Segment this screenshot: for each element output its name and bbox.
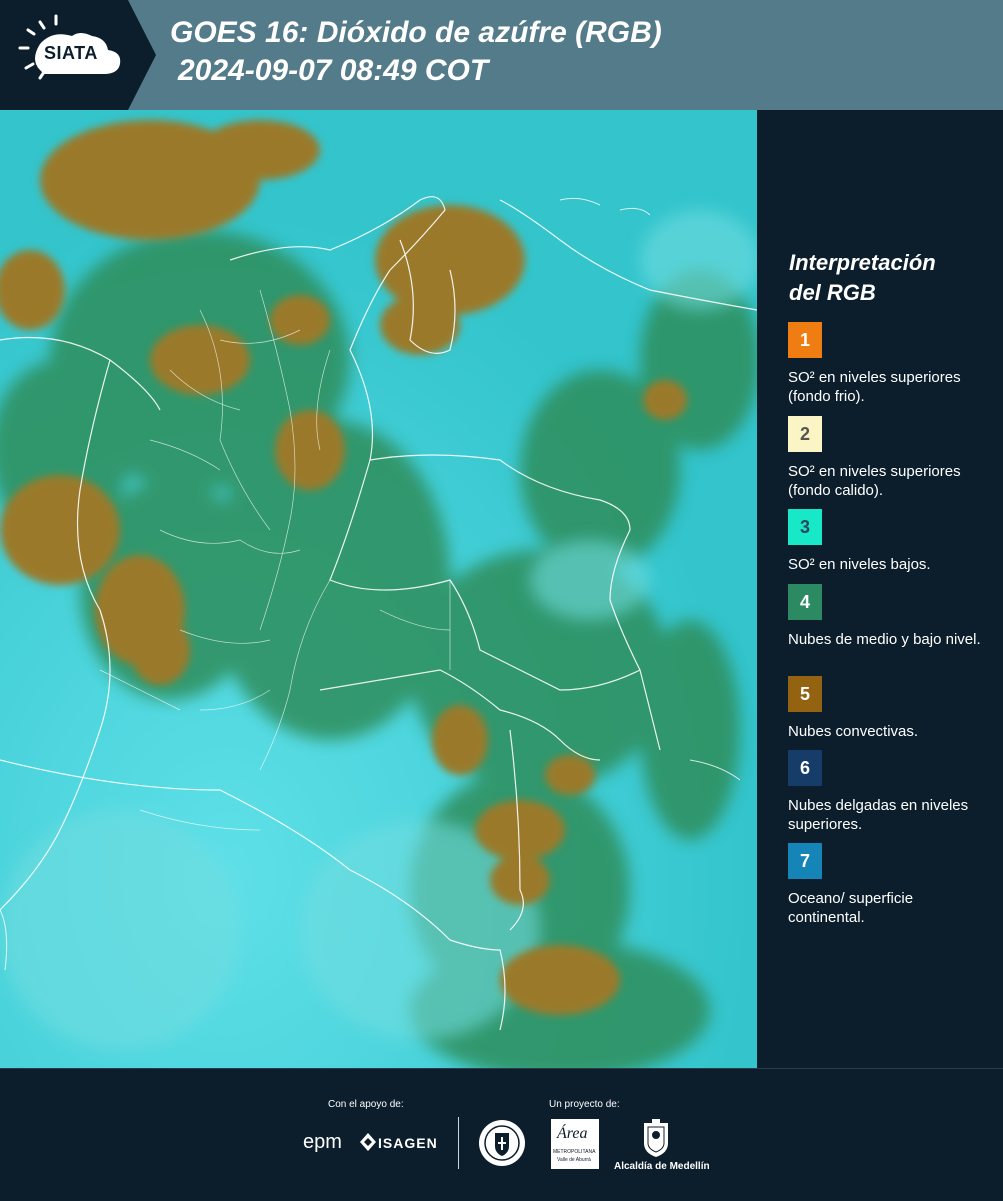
- area-logo-text: Área: [557, 1125, 588, 1142]
- legend-title-line2: del RGB: [789, 280, 876, 305]
- siata-logo: SIATA: [0, 0, 156, 110]
- legend-swatch: 1: [788, 322, 822, 358]
- legend-title: Interpretación del RGB: [789, 248, 989, 308]
- legend-item-6: 6 Nubes delgadas en niveles superiores.: [788, 750, 993, 834]
- legend-item-label: Oceano/ superficie continental.: [788, 890, 914, 926]
- legend-swatch: 7: [788, 843, 822, 879]
- legend-item-2: 2 SO² en niveles superiores (fondo calid…: [788, 416, 993, 500]
- legend-title-line1: Interpretación: [789, 250, 936, 275]
- alcaldia-logo-text: Alcaldía de Medellín: [614, 1161, 710, 1172]
- legend-swatch: 5: [788, 676, 822, 712]
- area-logo-sub2: Valle de Aburrá: [557, 1157, 591, 1163]
- legend-swatch: 4: [788, 584, 822, 620]
- support-label: Con el apoyo de:: [328, 1099, 404, 1110]
- legend-item-label: SO² en niveles superiores (fondo frio).: [788, 369, 961, 405]
- legend-item-label: Nubes delgadas en niveles superiores.: [788, 797, 969, 833]
- legend-swatch: 3: [788, 509, 822, 545]
- project-label: Un proyecto de:: [549, 1099, 620, 1110]
- area-metropolitana-logo: Área METROPOLITANA Valle de Aburrá: [551, 1119, 599, 1169]
- isagen-logo: ISAGEN: [378, 1135, 438, 1151]
- title-datetime: 2024-09-07 08:49 COT: [178, 54, 489, 87]
- header-bar: SIATA GOES 16: Dióxido de azúfre (RGB) 2…: [0, 0, 1003, 110]
- page-title: GOES 16: Dióxido de azúfre (RGB) 2024-09…: [170, 14, 662, 90]
- satellite-map: [0, 110, 757, 1068]
- legend-swatch: 6: [788, 750, 822, 786]
- medellin-seal-icon: [478, 1119, 526, 1172]
- alcaldia-shield-icon: [642, 1119, 670, 1162]
- legend-item-label: Nubes de medio y bajo nivel.: [788, 631, 981, 648]
- legend-item-3: 3 SO² en niveles bajos.: [788, 509, 993, 574]
- legend-item-1: 1 SO² en niveles superiores (fondo frio)…: [788, 322, 993, 406]
- siata-logo-text: SIATA: [44, 43, 98, 63]
- legend-swatch: 2: [788, 416, 822, 452]
- rgb-legend-panel: Interpretación del RGB 1 SO² en niveles …: [758, 110, 1003, 1068]
- legend-item-label: SO² en niveles superiores (fondo calido)…: [788, 463, 961, 499]
- legend-item-label: Nubes convectivas.: [788, 723, 919, 740]
- legend-item-4: 4 Nubes de medio y bajo nivel.: [788, 584, 993, 649]
- satellite-image: [0, 110, 757, 1068]
- legend-item-label: SO² en niveles bajos.: [788, 556, 931, 573]
- footer-sponsors: Con el apoyo de: Un proyecto de: epm ISA…: [0, 1068, 1003, 1201]
- legend-item-5: 5 Nubes convectivas.: [788, 676, 993, 741]
- area-logo-sub: METROPOLITANA: [553, 1149, 596, 1155]
- epm-logo: epm: [303, 1131, 342, 1153]
- footer-divider: [458, 1117, 459, 1169]
- title-product: GOES 16: Dióxido de azúfre (RGB): [170, 16, 662, 49]
- isagen-icon: [360, 1133, 376, 1156]
- legend-item-7: 7 Oceano/ superficie continental.: [788, 843, 993, 927]
